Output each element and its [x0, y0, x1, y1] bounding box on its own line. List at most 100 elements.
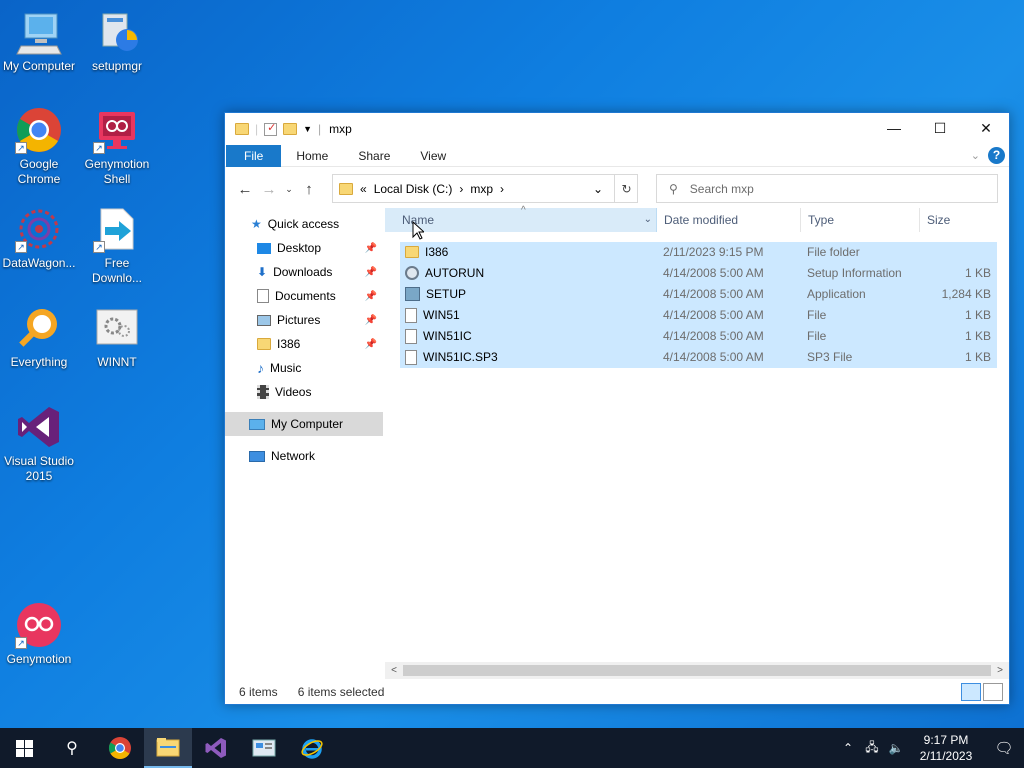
sidebar-item-network[interactable]: Network — [225, 444, 383, 468]
taskbar-visual-studio[interactable] — [192, 728, 240, 768]
tab-home[interactable]: Home — [281, 145, 343, 167]
show-hidden-icons-chevron-icon[interactable]: ⌃ — [836, 741, 860, 755]
expand-ribbon-chevron-icon[interactable]: ⌄ — [971, 149, 980, 162]
address-history-chevron-icon[interactable]: ⌄ — [593, 182, 603, 196]
forward-button[interactable]: → — [257, 181, 281, 198]
breadcrumb-separator-icon[interactable]: › — [500, 182, 504, 196]
desktop-icon-setupmgr[interactable]: setupmgr — [78, 8, 156, 74]
close-button[interactable]: ✕ — [963, 113, 1009, 143]
date-modified-cell: 4/14/2008 5:00 AM — [663, 329, 764, 343]
column-header-date-modified[interactable]: Date modified — [657, 208, 801, 232]
back-button[interactable]: ← — [233, 181, 257, 198]
taskbar-chrome[interactable] — [96, 728, 144, 768]
sidebar-item-videos[interactable]: Videos — [225, 380, 383, 404]
tab-share[interactable]: Share — [343, 145, 405, 167]
large-icons-view-button[interactable] — [983, 683, 1003, 701]
scrollbar-thumb[interactable] — [403, 665, 991, 676]
date-modified-cell: 4/14/2008 5:00 AM — [663, 308, 764, 322]
table-row[interactable]: SETUP 4/14/2008 5:00 AM Application 1,284 K… — [400, 284, 997, 305]
column-header-name[interactable]: Name ^ ⌄ — [385, 205, 657, 232]
details-view-button[interactable] — [961, 683, 981, 701]
column-header-type[interactable]: Type — [801, 208, 920, 232]
taskbar-control-panel[interactable] — [240, 728, 288, 768]
file-name-cell[interactable]: WIN51IC.SP3 — [400, 349, 659, 365]
title-bar[interactable]: | ✓ ▼ | mxp — ☐ ✕ — [225, 113, 1009, 145]
pin-icon: 📌 — [364, 314, 377, 326]
start-button[interactable] — [0, 728, 48, 768]
new-folder-icon[interactable] — [283, 123, 298, 135]
horizontal-scrollbar[interactable]: < > — [385, 662, 1009, 679]
table-row[interactable]: WIN51IC 4/14/2008 5:00 AM File 1 KB — [400, 326, 997, 347]
refresh-button[interactable]: ↻ — [614, 174, 638, 203]
ribbon-tabs: File Home Share View ⌄ ? — [225, 144, 1009, 167]
scroll-right-icon[interactable]: > — [991, 665, 1009, 676]
help-icon[interactable]: ? — [988, 147, 1005, 164]
scroll-left-icon[interactable]: < — [385, 665, 403, 676]
sidebar-item-desktop[interactable]: Desktop 📌 — [225, 236, 383, 260]
mouse-cursor-icon — [412, 220, 426, 243]
desktop-icon-visual-studio-2015[interactable]: Visual Studio 2015 — [0, 403, 78, 484]
properties-icon[interactable]: ✓ — [264, 122, 278, 136]
desktop-icon-datawagon[interactable]: ↗ DataWagon... — [0, 205, 78, 271]
desktop-icon-winnt[interactable]: WINNT — [78, 304, 156, 370]
minimize-button[interactable]: — — [871, 113, 917, 143]
sidebar-item-music[interactable]: ♪ Music — [225, 356, 383, 380]
chrome-icon — [109, 737, 131, 759]
date-modified-cell: 4/14/2008 5:00 AM — [663, 266, 764, 280]
column-header-size[interactable]: Size — [920, 208, 997, 232]
sidebar-item-downloads[interactable]: ⬇ Downloads 📌 — [225, 260, 383, 284]
breadcrumb-local-disk[interactable]: Local Disk (C:) — [374, 182, 453, 196]
desktop-icon-everything[interactable]: Everything — [0, 304, 78, 370]
file-name-cell[interactable]: I386 — [400, 245, 659, 259]
size-cell: 1 KB — [964, 266, 991, 280]
everything-search-icon — [15, 304, 63, 352]
taskbar-file-explorer[interactable] — [144, 728, 192, 768]
search-input[interactable]: Search mxp — [690, 182, 754, 196]
file-name: WIN51IC — [423, 329, 472, 343]
clock[interactable]: 9:17 PM 2/11/2023 — [908, 732, 984, 764]
sidebar-item-my-computer[interactable]: My Computer — [225, 412, 383, 436]
desktop-icon-genymotion[interactable]: ↗ Genymotion — [0, 601, 78, 667]
tab-file[interactable]: File — [226, 144, 282, 167]
breadcrumb-separator-icon[interactable]: › — [459, 182, 463, 196]
desktop-icon-my-computer[interactable]: My Computer — [0, 8, 78, 74]
sidebar-item-documents[interactable]: Documents 📌 — [225, 284, 383, 308]
file-name-cell[interactable]: AUTORUN — [400, 266, 659, 280]
sidebar-item-quick-access[interactable]: ★ Quick access — [225, 212, 383, 236]
volume-icon[interactable]: 🔈 — [884, 741, 908, 755]
file-name-cell[interactable]: WIN51IC — [400, 328, 659, 344]
address-bar[interactable]: « Local Disk (C:) › mxp › ⌄ — [332, 174, 638, 203]
desktop-icon-genymotion-shell[interactable]: ↗ Genymotion Shell — [78, 106, 156, 187]
table-row[interactable]: WIN51 4/14/2008 5:00 AM File 1 KB — [400, 305, 997, 326]
setup-program-icon — [93, 8, 141, 56]
maximize-button[interactable]: ☐ — [917, 113, 963, 143]
sidebar-item-i386[interactable]: I386 📌 — [225, 332, 383, 356]
network-status-icon[interactable]: 🖧 — [860, 738, 884, 759]
windows-logo-icon — [15, 739, 33, 757]
shortcut-arrow-icon: ↗ — [15, 241, 27, 253]
taskbar: ⚲ ⌃ 🖧 🔈 9:17 PM 2/11/2023 🗨 — [0, 728, 1024, 768]
breadcrumb-overflow[interactable]: « — [360, 182, 367, 196]
desktop-icon-free-download-manager[interactable]: ↗ Free Downlo... — [78, 205, 156, 286]
table-row[interactable]: I386 2/11/2023 9:15 PM File folder — [400, 242, 997, 263]
file-name-cell[interactable]: SETUP — [400, 287, 659, 301]
network-icon — [249, 450, 265, 462]
file-name-cell[interactable]: WIN51 — [400, 307, 659, 323]
taskbar-search-button[interactable]: ⚲ — [48, 728, 96, 768]
tab-view[interactable]: View — [405, 145, 461, 167]
recent-locations-chevron-icon[interactable]: ⌄ — [281, 184, 297, 195]
breadcrumb-mxp[interactable]: mxp — [470, 182, 493, 196]
column-filter-chevron-icon[interactable]: ⌄ — [644, 208, 652, 232]
up-button[interactable]: ↑ — [297, 181, 321, 198]
table-row[interactable]: AUTORUN 4/14/2008 5:00 AM Setup Informatio… — [400, 263, 997, 284]
taskbar-internet-explorer[interactable] — [288, 728, 336, 768]
sidebar-item-pictures[interactable]: Pictures 📌 — [225, 308, 383, 332]
file-name: I386 — [425, 245, 449, 259]
search-box[interactable]: ⚲ Search mxp — [656, 174, 998, 203]
setup-info-icon — [405, 266, 419, 280]
file-explorer-window: | ✓ ▼ | mxp — ☐ ✕ File Home Share View ⌄… — [224, 112, 1010, 705]
customize-toolbar-chevron-icon[interactable]: ▼ — [303, 124, 312, 134]
desktop-icon-google-chrome[interactable]: ↗ Google Chrome — [0, 106, 78, 187]
action-center-notification-icon[interactable]: 🗨 — [984, 739, 1024, 757]
table-row[interactable]: WIN51IC.SP3 4/14/2008 5:00 AM SP3 File 1 KB — [400, 347, 997, 368]
